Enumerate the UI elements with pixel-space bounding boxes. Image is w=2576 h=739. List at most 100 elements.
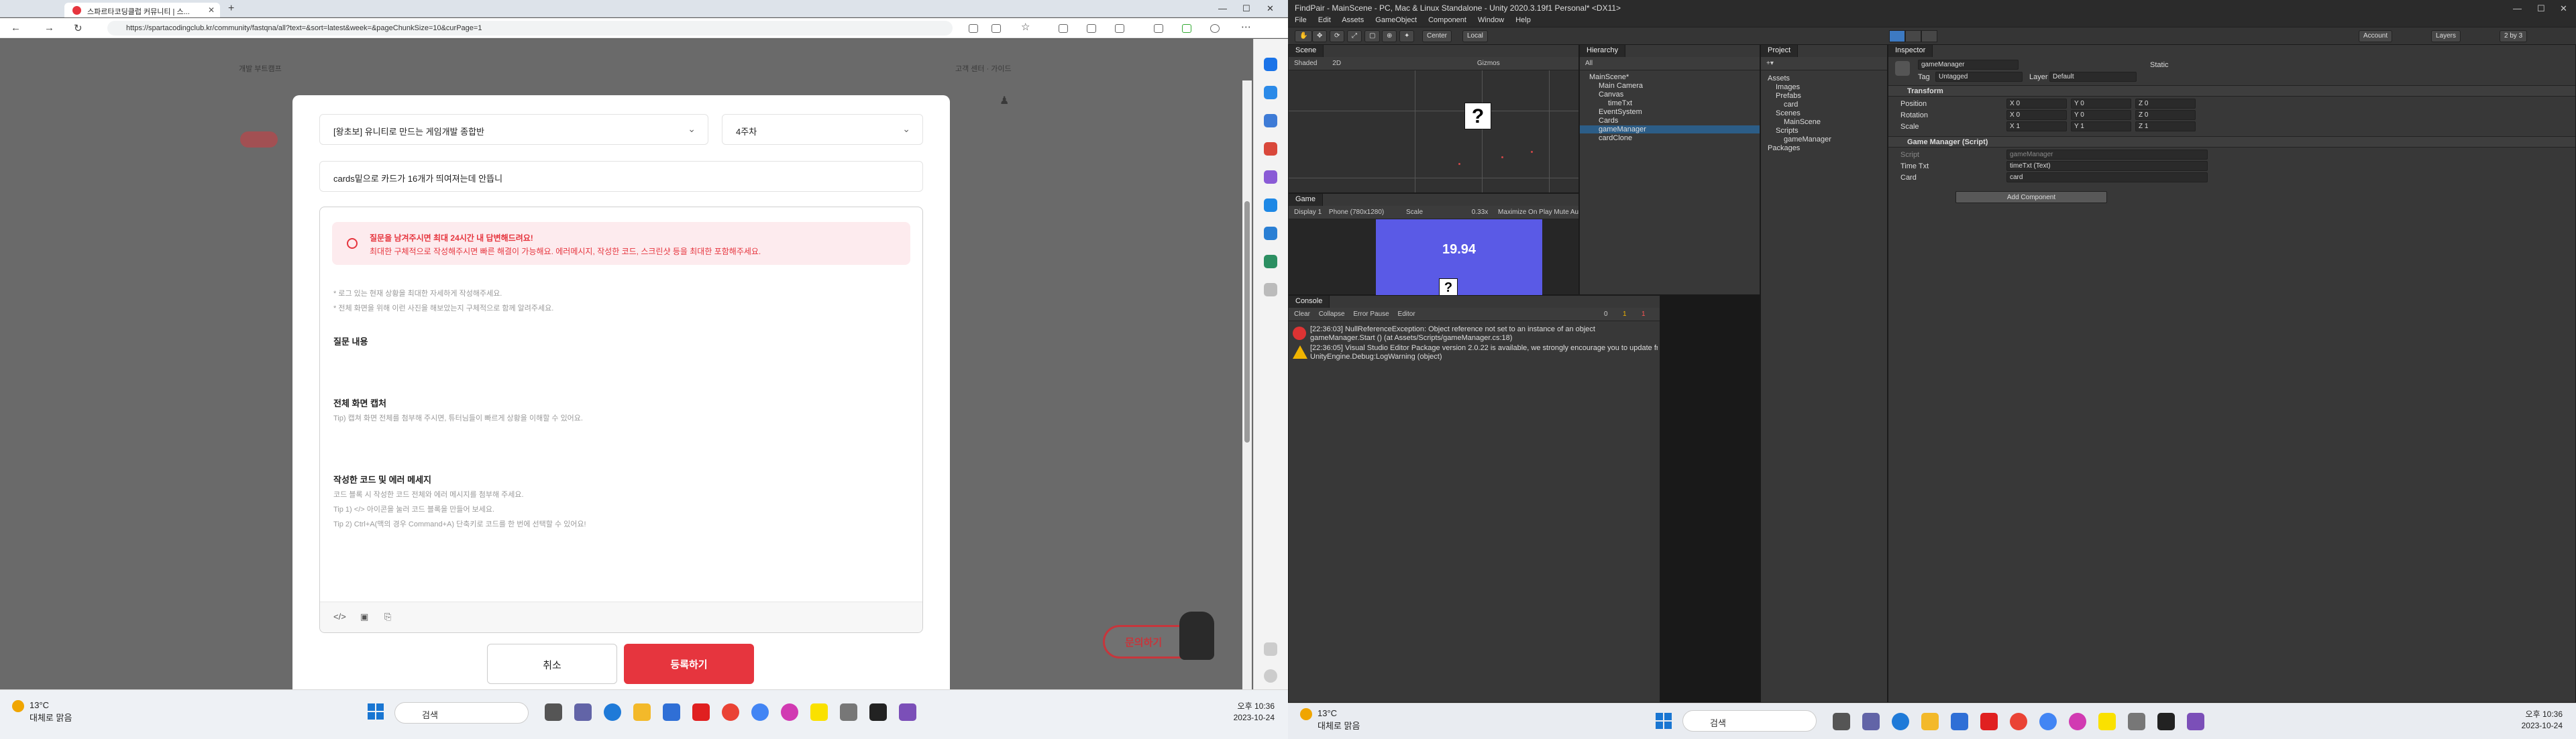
unity-icon[interactable] (869, 703, 887, 721)
week-select[interactable]: 4주차 ⌄ (722, 114, 923, 145)
chat-icon[interactable] (1862, 713, 1880, 730)
rotation-z-field[interactable]: Z 0 (2135, 110, 2196, 120)
unity-maximize-icon[interactable]: ☐ (2537, 3, 2545, 14)
title-input[interactable]: cards밑으로 카드가 16개가 띄여져는데 안뜹니 (319, 161, 923, 192)
console-log-entry[interactable]: [22:36:03] NullReferenceException: Objec… (1310, 325, 1658, 343)
game-card[interactable]: ? (1439, 278, 1458, 297)
drop-icon[interactable] (1264, 255, 1277, 268)
chrome-profile-icon[interactable] (2039, 713, 2057, 730)
kakaotalk-icon[interactable] (810, 703, 828, 721)
hierarchy-item[interactable]: MainScene* (1589, 73, 1629, 81)
games-icon[interactable] (1264, 170, 1277, 184)
favorite-star-icon[interactable]: ☆ (1021, 21, 1030, 33)
console-log-entry[interactable]: [22:36:05] Visual Studio Editor Package … (1310, 344, 1658, 361)
hierarchy-item[interactable]: Canvas (1599, 91, 1623, 99)
steam-icon[interactable] (840, 703, 857, 721)
rotation-y-field[interactable]: Y 0 (2071, 110, 2131, 120)
url-input[interactable]: https://spartacodingclub.kr/community/fa… (107, 21, 953, 36)
2d-toggle[interactable]: 2D (1332, 60, 1341, 67)
project-tab[interactable]: Project (1761, 45, 1799, 57)
more-menu-icon[interactable]: ⋯ (1241, 21, 1251, 33)
hierarchy-item[interactable]: timeTxt (1608, 99, 1632, 107)
timetxt-field[interactable]: timeTxt (Text) (2006, 161, 2208, 171)
scene-card-object[interactable]: ? (1464, 103, 1491, 129)
search-icon[interactable] (1264, 86, 1277, 99)
scene-tab[interactable]: Scene (1289, 45, 1324, 57)
steam-icon[interactable] (2128, 713, 2145, 730)
submit-button[interactable]: 등록하기 (624, 644, 754, 684)
windows-start-icon[interactable] (368, 703, 385, 721)
performance-icon[interactable] (1182, 24, 1191, 33)
scale-z-field[interactable]: Z 1 (2135, 121, 2196, 131)
transform-header[interactable]: Transform (1888, 85, 2575, 97)
app-icon[interactable] (781, 703, 798, 721)
game-tab[interactable]: Game (1289, 194, 1323, 206)
rect-tool-icon[interactable]: ▢ (1364, 30, 1381, 42)
hierarchy-item[interactable]: EventSystem (1599, 108, 1642, 116)
windows-start-icon[interactable] (1656, 713, 1673, 730)
app-icon[interactable] (2069, 713, 2086, 730)
visual-studio-icon[interactable] (2187, 713, 2204, 730)
error-count[interactable]: 1 (1642, 310, 1646, 318)
rotate-tool-icon[interactable]: ⟳ (1330, 30, 1345, 42)
add-component-button[interactable]: Add Component (1955, 191, 2107, 203)
browser-tab[interactable]: 스파르타코딩클럽 커뮤니티 | 스... ✕ (64, 3, 220, 17)
store-icon[interactable] (663, 703, 680, 721)
taskbar-clock[interactable]: 오후 10:36 2023-10-24 (2482, 709, 2563, 732)
maximize-icon[interactable]: ☐ (1242, 3, 1250, 14)
hierarchy-item[interactable]: cardClone (1599, 134, 1632, 142)
object-name-input[interactable]: gameManager (1918, 60, 2019, 70)
attach-icon[interactable]: ⎘ (384, 612, 391, 622)
gizmos-dropdown[interactable]: Gizmos (1477, 60, 1500, 67)
hierarchy-tab[interactable]: Hierarchy (1580, 45, 1626, 57)
scale-x-field[interactable]: X 1 (2006, 121, 2067, 131)
weather-widget[interactable]: 13°C 대체로 맑음 (1300, 707, 1360, 732)
editor-dropdown[interactable]: Editor (1398, 310, 1415, 318)
menu-assets[interactable]: Assets (1342, 16, 1364, 24)
scale-y-field[interactable]: Y 1 (2071, 121, 2131, 131)
forward-icon[interactable]: → (44, 22, 54, 34)
chrome-icon[interactable] (722, 703, 739, 721)
static-toggle[interactable]: Static (2150, 61, 2169, 69)
favorites-icon[interactable] (1115, 24, 1124, 33)
hand-tool-icon[interactable]: ✋ (1295, 30, 1313, 42)
minimize-icon[interactable]: — (1218, 3, 1227, 13)
edge-icon[interactable] (604, 703, 621, 721)
play-icon[interactable] (1889, 30, 1905, 42)
error-pause-button[interactable]: Error Pause (1353, 310, 1389, 318)
inspector-tab[interactable]: Inspector (1888, 45, 1933, 57)
shopping-icon[interactable] (1264, 142, 1277, 156)
menu-gameobject[interactable]: GameObject (1375, 16, 1417, 24)
pivot-local-button[interactable]: Local (1462, 30, 1488, 42)
taskbar-search-input[interactable]: 검색 (1682, 710, 1817, 732)
layer-dropdown[interactable]: Default (2049, 72, 2137, 82)
resolution-dropdown[interactable]: Phone (780x1280) (1329, 209, 1384, 216)
display-dropdown[interactable]: Display 1 (1294, 209, 1322, 216)
taskbar-search-input[interactable]: 검색 (394, 702, 529, 724)
position-x-field[interactable]: X 0 (2006, 99, 2067, 109)
menu-edit[interactable]: Edit (1318, 16, 1331, 24)
project-folder[interactable]: Scenes (1776, 109, 1801, 117)
cancel-button[interactable]: 취소 (487, 644, 617, 684)
split-screen-icon[interactable] (1087, 24, 1096, 33)
unity-close-icon[interactable]: ✕ (2560, 3, 2567, 14)
hierarchy-item[interactable]: Cards (1599, 117, 1618, 125)
question-editor[interactable]: 질문을 남겨주시면 최대 24시간 내 답변해드려요! 최대한 구체적으로 작성… (319, 207, 923, 633)
microsoft365-icon[interactable] (1264, 198, 1277, 212)
project-folder[interactable]: Scripts (1776, 127, 1799, 135)
scrollbar-thumb[interactable] (1244, 201, 1250, 443)
console-tab[interactable]: Console (1289, 296, 1330, 308)
custom-tool-icon[interactable]: ✦ (1399, 30, 1415, 42)
transform-tool-icon[interactable]: ⊕ (1382, 30, 1397, 42)
unity-minimize-icon[interactable]: — (2513, 3, 2522, 13)
kakaotalk-icon[interactable] (2098, 713, 2116, 730)
outlook-icon[interactable] (1264, 227, 1277, 240)
chat-icon[interactable] (574, 703, 592, 721)
back-icon[interactable]: ← (11, 22, 21, 34)
menu-component[interactable]: Component (1428, 16, 1466, 24)
store-icon[interactable] (1951, 713, 1968, 730)
project-folder[interactable]: Assets (1768, 74, 1790, 82)
page-scrollbar[interactable] (1242, 80, 1252, 727)
project-asset[interactable]: MainScene (1784, 118, 1821, 126)
hierarchy-search[interactable]: All (1580, 57, 1760, 70)
